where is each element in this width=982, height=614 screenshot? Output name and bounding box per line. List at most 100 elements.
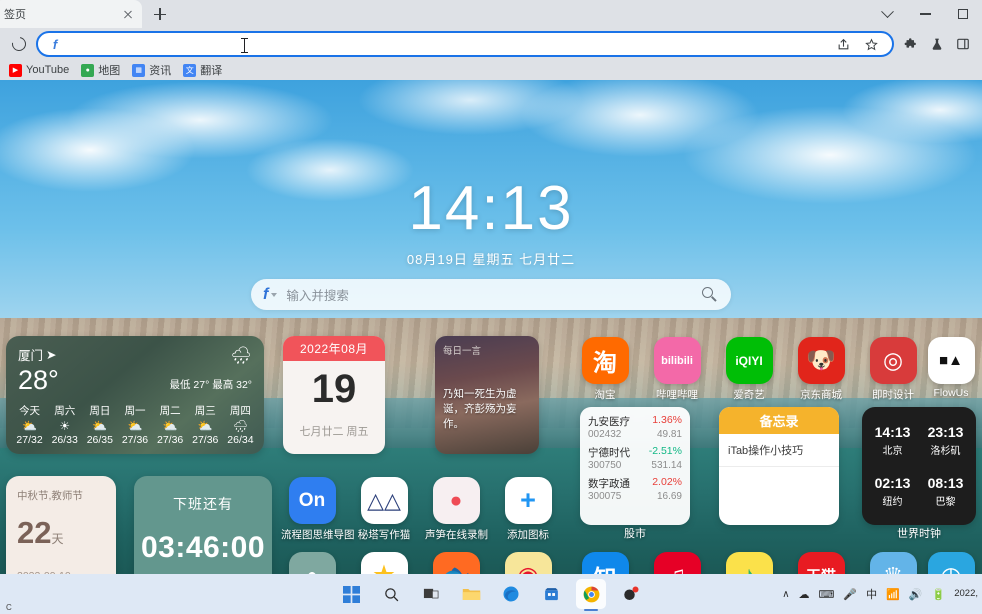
- world-clock-widget[interactable]: 14:13 北京 23:13 洛杉矶 02:13 纽约 08:13 巴黎 世界时…: [862, 407, 976, 540]
- bookmarks-bar: ▶ YouTube ● 地图 ▦ 资讯 文 翻译: [0, 60, 982, 80]
- chevron-down-icon[interactable]: [868, 0, 906, 28]
- wifi-icon[interactable]: 📶: [886, 588, 900, 601]
- app-tile-netease-music[interactable]: ♫ 网易云音乐: [646, 552, 708, 574]
- tab-strip: 签页: [0, 0, 982, 28]
- notes-item[interactable]: iTab操作小技巧: [719, 434, 839, 467]
- app-label: 添加图标: [507, 529, 549, 541]
- douyu-icon: 🐟: [432, 552, 480, 574]
- world-clock-time: 02:13: [874, 475, 911, 491]
- app-tile-tmall[interactable]: 天猫 天猫精选: [790, 552, 852, 574]
- bookmark-item[interactable]: 文 翻译: [178, 61, 227, 79]
- new-tab-button[interactable]: [146, 0, 174, 28]
- news-icon: ▦: [132, 63, 146, 77]
- search-icon[interactable]: [376, 579, 406, 609]
- forecast-day-temp: 26/35: [86, 434, 113, 446]
- forecast-day-name: 周四: [229, 405, 251, 417]
- keyboard-icon[interactable]: ⌨: [819, 588, 835, 601]
- taskbar-clock[interactable]: 2022,: [954, 588, 978, 600]
- app-tile-flowus[interactable]: ■▲ FlowUs: [920, 337, 982, 399]
- app-tile-jsdesign[interactable]: ◎ 即时设计: [862, 337, 924, 402]
- app-tile-add-icon[interactable]: + 添加图标: [497, 477, 559, 542]
- battery-icon[interactable]: 🔋: [932, 588, 946, 601]
- puzzle-icon[interactable]: [898, 31, 924, 57]
- app-tile-processon[interactable]: On 流程图思维导图: [281, 477, 355, 542]
- stock-row[interactable]: 数字政通 2.02% 300075 16.69: [588, 476, 682, 502]
- ime-chinese-icon[interactable]: 中: [866, 586, 877, 602]
- app-tile-itab[interactable]: ♛ iTab新标签页: [862, 552, 924, 574]
- daily-quote-widget[interactable]: 每日一言 乃知一死生为虚诞，齐彭殇为妄作。 每日一言: [435, 336, 539, 454]
- close-icon[interactable]: [120, 6, 136, 22]
- taskbar-items: [336, 579, 646, 611]
- app-tile-iqiyi[interactable]: iQIYI 爱奇艺: [718, 337, 780, 402]
- calendar-widget[interactable]: 2022年08月 19 七月廿二 周五 日历: [283, 336, 385, 454]
- app-tile-jd[interactable]: 🐶 京东商城: [790, 337, 852, 402]
- star-icon[interactable]: [858, 31, 884, 57]
- stock-name: 九安医疗: [588, 416, 630, 428]
- app-label: 爱奇艺: [733, 389, 765, 401]
- stock-price: 49.81: [656, 429, 682, 440]
- bookmark-item[interactable]: ▶ YouTube: [4, 63, 74, 78]
- volume-icon[interactable]: 🔊: [909, 588, 923, 601]
- file-explorer-icon[interactable]: [456, 579, 486, 609]
- windows-start-icon[interactable]: [336, 579, 366, 609]
- weather-widget[interactable]: 厦门 ➤ 28° 🌧 最低 27° 最高 32° 今天 ⛅ 27/32 周六 ☀…: [6, 336, 264, 454]
- search-bar[interactable]: f 输入并搜索: [251, 279, 731, 310]
- app-tile-wallpaper[interactable]: ● 壁纸: [281, 552, 343, 574]
- flask-icon[interactable]: [924, 31, 950, 57]
- forecast-day: 周二 ⛅ 27/36: [153, 403, 188, 446]
- side-panel-icon[interactable]: [950, 31, 976, 57]
- chevron-down-icon[interactable]: [271, 292, 278, 297]
- forecast-day: 周日 ⛅ 26/35: [82, 403, 117, 446]
- calendar-month: 2022年08月: [283, 336, 385, 361]
- app-tile-douyu[interactable]: 🐟 斗鱼: [425, 552, 487, 574]
- world-clock-city: 洛杉矶: [930, 446, 961, 457]
- festival-countdown-widget[interactable]: 中秋节,教师节 22天 2022-09-10 节日倒计时: [6, 476, 116, 574]
- search-icon[interactable]: [701, 286, 719, 304]
- metaso-icon: △△: [360, 477, 408, 524]
- stock-row[interactable]: 宁德时代 -2.51% 300750 531.14: [588, 445, 682, 471]
- weather-forecast: 今天 ⛅ 27/32 周六 ☀ 26/33 周日 ⛅ 26/35 周一 ⛅ 27…: [12, 403, 258, 446]
- world-clock-city: 纽约: [882, 497, 903, 508]
- stock-row[interactable]: 九安医疗 1.36% 002432 49.81: [588, 414, 682, 440]
- cloud-icon[interactable]: ☁: [799, 588, 810, 601]
- system-tray: ∧ ☁ ⌨ 🎤 中 📶 🔊 🔋 2022,: [782, 586, 978, 602]
- chrome-icon[interactable]: [576, 579, 606, 611]
- task-view-icon[interactable]: [416, 579, 446, 609]
- search-input[interactable]: 输入并搜索: [286, 285, 701, 304]
- stock-price: 16.69: [656, 491, 682, 502]
- app-tile-bookmark-manager[interactable]: ★ 书签管理: [353, 552, 415, 574]
- app-tile-zhihu[interactable]: 知 知乎: [574, 552, 636, 574]
- stock-change: 1.36%: [652, 414, 682, 426]
- location-arrow-icon: ➤: [46, 348, 57, 362]
- jsdesign-icon: ◎: [869, 337, 917, 384]
- bookmark-item[interactable]: ▦ 资讯: [127, 61, 176, 79]
- app-tile-metaso[interactable]: △△ 秘塔写作猫: [353, 477, 415, 542]
- app-tile-recorder[interactable]: ● 声笋在线录制: [425, 477, 488, 542]
- windows-taskbar: C ∧ ☁ ⌨ 🎤 中 📶 🔊 🔋 2022,: [0, 574, 982, 614]
- media-app-icon[interactable]: [616, 579, 646, 609]
- forecast-day-temp: 27/32: [16, 434, 43, 446]
- reload-icon[interactable]: [6, 31, 32, 57]
- festival-days-unit: 天: [51, 532, 64, 546]
- browser-tab[interactable]: 签页: [0, 0, 142, 28]
- minimize-icon[interactable]: [906, 0, 944, 28]
- microsoft-store-icon[interactable]: [536, 579, 566, 609]
- app-tile-taobao[interactable]: 淘 淘宝: [574, 337, 636, 402]
- stocks-widget[interactable]: 九安医疗 1.36% 002432 49.81 宁德时代 -2.51% 300750 5…: [580, 407, 690, 540]
- stock-name: 数字政通: [588, 478, 630, 490]
- chevron-up-icon[interactable]: ∧: [782, 589, 789, 600]
- app-tile-history[interactable]: ◴ 历史记录: [920, 552, 982, 574]
- edge-icon[interactable]: [496, 579, 526, 609]
- share-icon[interactable]: [830, 31, 856, 57]
- maximize-icon[interactable]: [944, 0, 982, 28]
- app-tile-qq-music[interactable]: ♪ QQ音乐: [718, 552, 780, 574]
- weather-city-row: 厦门 ➤: [18, 345, 252, 364]
- address-bar[interactable]: f: [36, 31, 894, 57]
- app-tile-bilibili[interactable]: bilibili 哔哩哔哩: [646, 337, 708, 402]
- offwork-countdown-widget[interactable]: 下班还有 03:46:00 下班倒计时: [134, 476, 272, 574]
- bookmark-item[interactable]: ● 地图: [76, 61, 125, 79]
- microphone-icon[interactable]: 🎤: [843, 588, 857, 601]
- notes-widget[interactable]: 备忘录 iTab操作小技巧 备忘录: [719, 407, 839, 525]
- taobao-icon: 淘: [581, 337, 629, 384]
- app-tile-weibo[interactable]: ◉ 新浪微博: [497, 552, 559, 574]
